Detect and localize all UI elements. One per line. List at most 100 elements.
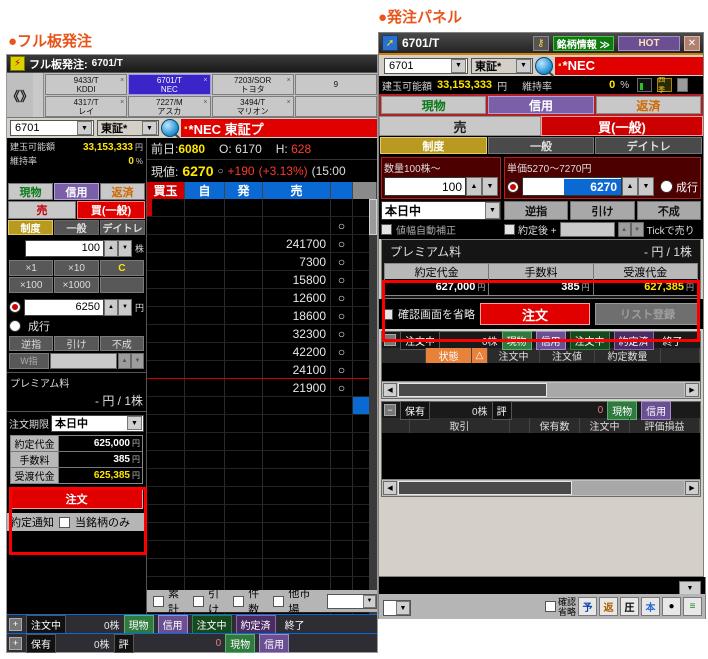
quantity-input[interactable]: 100: [384, 177, 466, 196]
cell-own[interactable]: [185, 235, 225, 252]
collapse-orders-icon[interactable]: −: [384, 334, 396, 346]
segment-genbutsu[interactable]: 現物: [8, 183, 53, 200]
mult-x100[interactable]: ×100: [9, 277, 54, 293]
cell-buy-position[interactable]: [147, 253, 185, 270]
option-cumulative-checkbox[interactable]: [153, 595, 164, 607]
orders-col-status[interactable]: 状態: [426, 348, 472, 363]
option-close-checkbox[interactable]: [193, 595, 205, 607]
cell-buy-position[interactable]: [147, 541, 185, 558]
option-othermarket-checkbox[interactable]: [273, 595, 285, 607]
cell-price-mark[interactable]: ○: [331, 325, 353, 342]
chevron-down-icon[interactable]: ▼: [142, 121, 157, 135]
tab-close-icon[interactable]: ×: [120, 76, 124, 85]
cell-price-mark[interactable]: ○: [331, 361, 353, 378]
tab-prev-icon[interactable]: 《: [7, 86, 20, 105]
skip-confirm-checkbox-bottom[interactable]: [544, 601, 556, 612]
tool-atsuku-icon[interactable]: 圧: [620, 597, 639, 616]
cond-funari[interactable]: 不成: [636, 201, 701, 220]
cell-buy-position[interactable]: [147, 343, 185, 360]
stepper-up-icon[interactable]: ▲: [617, 222, 631, 237]
price-input[interactable]: 6250: [24, 298, 104, 316]
order-book-row[interactable]: 32300 ○: [147, 325, 377, 343]
cell-sent[interactable]: [225, 469, 263, 486]
segment-daytrade[interactable]: デイトレ: [595, 137, 703, 154]
cell-buy-position[interactable]: [147, 505, 185, 522]
orders-chip-shinyo[interactable]: 信用: [535, 330, 566, 350]
orders-chip-shinyo[interactable]: 信用: [157, 614, 188, 634]
segment-shinyo[interactable]: 信用: [488, 96, 594, 114]
stepper-up-icon[interactable]: ▲: [103, 298, 118, 316]
hot-button[interactable]: HOT: [618, 35, 680, 51]
cell-sell[interactable]: 12600: [263, 289, 331, 306]
segment-hensai[interactable]: 返済: [100, 183, 145, 200]
cell-sent[interactable]: [225, 415, 263, 432]
board-vertical-scrollbar[interactable]: [369, 199, 377, 650]
cond-funari[interactable]: 不成: [99, 336, 144, 351]
tool-mouse-icon[interactable]: ●: [662, 597, 681, 616]
cell-price-mark[interactable]: [331, 541, 353, 558]
segment-ippan[interactable]: 一般: [487, 137, 595, 154]
order-book-row[interactable]: [147, 415, 377, 433]
cell-price-mark[interactable]: ○: [331, 217, 353, 234]
chevron-down-icon[interactable]: ▼: [77, 121, 92, 135]
cell-sent[interactable]: [225, 271, 263, 288]
submit-order-button[interactable]: 注文: [10, 488, 143, 509]
stepper-up-icon[interactable]: ▲: [622, 177, 638, 196]
orders-col-sort-icon[interactable]: △: [472, 348, 488, 363]
cell-price-mark[interactable]: [331, 451, 353, 468]
order-book-row[interactable]: ○: [147, 217, 377, 235]
scroll-track[interactable]: [398, 481, 684, 495]
chevron-down-icon[interactable]: ▼: [127, 416, 142, 430]
option-count-checkbox[interactable]: [233, 595, 245, 607]
cell-sent[interactable]: [225, 217, 263, 234]
cell-price-mark[interactable]: [331, 433, 353, 450]
symbol-tab-4[interactable]: × 4317/T レイ: [45, 96, 128, 117]
orders-col-pending[interactable]: 注文中: [488, 348, 540, 363]
market-radio[interactable]: [660, 180, 673, 193]
cell-price-mark[interactable]: ○: [331, 235, 353, 252]
scrollbar-thumb[interactable]: [398, 481, 573, 495]
cell-buy-position[interactable]: [147, 415, 185, 432]
price-stepper[interactable]: ▲ ▼: [103, 298, 132, 316]
orders-chip-pending[interactable]: 注文中: [191, 614, 232, 634]
cell-sent[interactable]: [225, 199, 263, 216]
cell-buy-position[interactable]: [147, 469, 185, 486]
cell-sell[interactable]: [263, 199, 331, 216]
tab-next-icon[interactable]: 》: [20, 86, 33, 105]
cell-price-mark[interactable]: ○: [331, 271, 353, 288]
tab-nav-buttons[interactable]: 《 》: [7, 73, 33, 117]
tab-close-icon[interactable]: ×: [203, 98, 207, 107]
cell-sent[interactable]: [225, 451, 263, 468]
stepper-down-icon[interactable]: ▼: [131, 352, 144, 369]
cell-buy-position[interactable]: [147, 487, 185, 504]
cell-sell[interactable]: 18600: [263, 307, 331, 324]
symbol-code-input[interactable]: ▼: [384, 57, 468, 74]
close-icon[interactable]: ✕: [684, 35, 700, 51]
bottom-left-dropdown[interactable]: ▼: [383, 600, 411, 616]
term-select[interactable]: 本日中 ▼: [51, 414, 144, 432]
market-select[interactable]: 東証* ▼: [471, 57, 533, 74]
limit-radio[interactable]: [9, 301, 21, 313]
orders-chip-filled[interactable]: 約定済: [235, 614, 276, 634]
cell-buy-position[interactable]: [147, 433, 185, 450]
cell-sent[interactable]: [225, 559, 263, 576]
stepper-up-icon[interactable]: ▲: [103, 239, 118, 257]
orders-horizontal-scrollbar[interactable]: ◀ ▶: [382, 381, 700, 398]
symbol-tab-6[interactable]: × 3494/T マリオン: [211, 96, 294, 117]
scroll-left-icon[interactable]: ◀: [383, 383, 397, 397]
segment-seido[interactable]: 制度: [8, 220, 53, 235]
scroll-left-icon[interactable]: ◀: [383, 481, 397, 495]
tool-list-icon[interactable]: ≡: [683, 597, 702, 616]
orders-chip-done[interactable]: 終了: [280, 615, 310, 634]
cell-price-mark[interactable]: ○: [331, 379, 353, 396]
cell-own[interactable]: [185, 433, 225, 450]
holdings-chip-shinyo[interactable]: 信用: [641, 400, 672, 420]
cell-price-mark[interactable]: ○: [331, 289, 353, 306]
tab-close-icon[interactable]: ×: [287, 76, 291, 85]
orders-chip-filled[interactable]: 約定済: [613, 330, 654, 350]
cell-sent[interactable]: [225, 523, 263, 540]
cell-sent[interactable]: [225, 379, 263, 396]
order-book-row[interactable]: 21900○·: [147, 379, 377, 397]
cell-price-mark[interactable]: [331, 559, 353, 576]
cell-sell[interactable]: [263, 451, 331, 468]
